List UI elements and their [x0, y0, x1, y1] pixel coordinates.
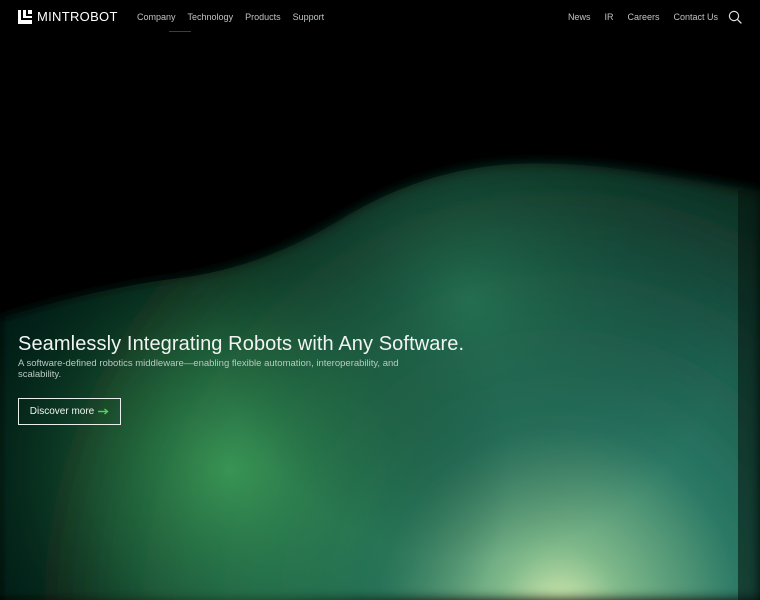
discover-more-label: Discover more [29, 406, 95, 417]
hero-subtitle: A software-defined robotics middleware—e… [18, 358, 399, 380]
search-icon[interactable] [728, 10, 742, 24]
nav-item-contact-us[interactable]: Contact Us [673, 11, 718, 23]
secondary-nav: News IR Careers Contact Us [554, 11, 718, 23]
logo-link[interactable]: MINTROBOT [18, 10, 118, 24]
site-header: MINTROBOT Company Technology Products Su… [0, 0, 760, 34]
discover-more-button[interactable]: Discover more [18, 398, 121, 425]
hero-title: Seamlessly Integrating Robots with Any S… [18, 333, 465, 355]
nav-item-products[interactable]: Products [245, 11, 281, 23]
primary-nav: Company Technology Products Support [137, 11, 336, 32]
nav-item-company[interactable]: Company [137, 11, 176, 23]
nav-hover-underline [169, 31, 191, 32]
hero-background [0, 0, 760, 600]
nav-item-careers[interactable]: Careers [627, 11, 659, 23]
nav-item-ir[interactable]: IR [604, 11, 613, 23]
arrow-right-icon [98, 408, 109, 415]
nav-item-news[interactable]: News [568, 11, 591, 23]
nav-item-technology[interactable]: Technology [188, 11, 234, 23]
nav-item-support[interactable]: Support [293, 11, 325, 23]
hero-section: MINTROBOT Company Technology Products Su… [0, 0, 760, 600]
brand-name: MINTROBOT [37, 9, 118, 24]
mintrobot-logo-icon [18, 10, 32, 24]
